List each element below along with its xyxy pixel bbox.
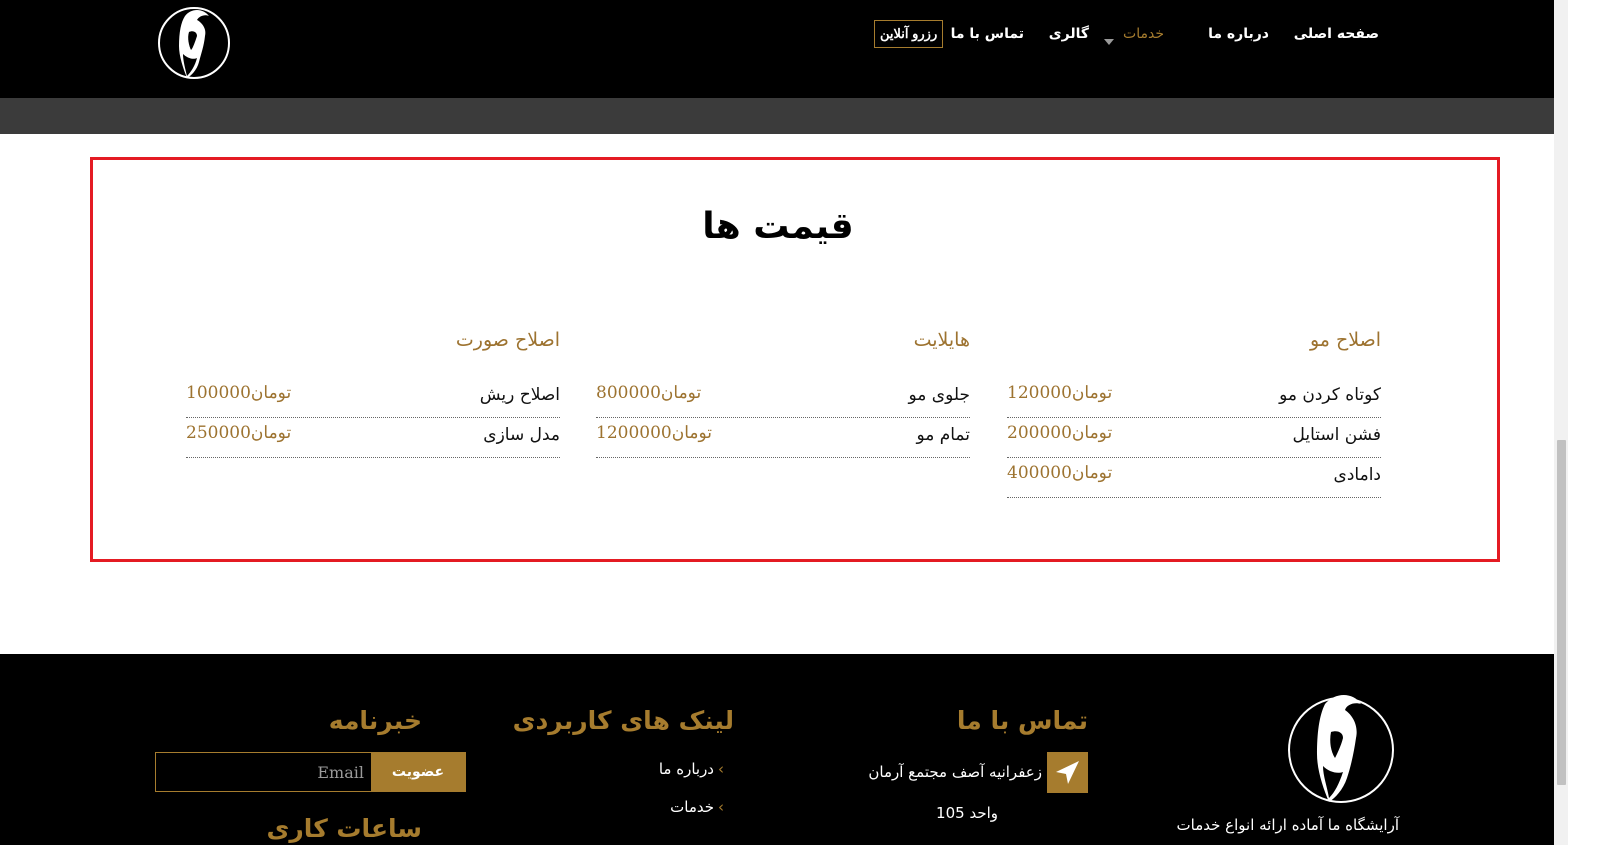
chevron-left-icon: › — [718, 760, 724, 778]
service-name: مدل سازی — [483, 425, 560, 445]
footer-links-title: لینک های کاربردی — [512, 706, 734, 735]
footer-link-services[interactable]: ›خدمات — [670, 798, 724, 816]
price-column-highlight: هایلایت جلوی مو 800000تومان تمام مو 1200… — [596, 322, 970, 458]
site-footer: آرایشگاه ما آماده ارائه انواع خدمات تماس… — [0, 654, 1554, 845]
nav-contact[interactable]: تماس با ما — [951, 20, 1024, 48]
price-column-title: اصلاح مو — [1309, 329, 1381, 351]
price-row: جلوی مو 800000تومان — [596, 378, 970, 418]
service-name: دامادی — [1333, 465, 1381, 485]
footer-link-label: خدمات — [670, 798, 714, 816]
main-nav: صفحه اصلی درباره ما خدمات گالری تماس با … — [874, 20, 1379, 48]
reserve-online-button[interactable]: رزرو آنلاین — [874, 20, 944, 48]
chevron-left-icon: › — [718, 798, 724, 816]
scrollbar-thumb[interactable] — [1557, 440, 1566, 785]
newsletter-form: عضویت — [155, 752, 466, 792]
barber-logo-icon[interactable] — [155, 2, 233, 82]
nav-gallery[interactable]: گالری — [1049, 20, 1089, 48]
nav-services[interactable]: خدمات — [1123, 20, 1164, 48]
service-price: 100000تومان — [186, 383, 292, 403]
prices-heading: قیمت ها — [702, 206, 854, 247]
footer-unit: واحد 105 — [936, 804, 998, 822]
service-price: 800000تومان — [596, 383, 702, 403]
service-price: 250000تومان — [186, 423, 292, 443]
footer-address: زعفرانیه آصف مجتمع آرمان — [868, 763, 1042, 781]
service-name: تمام مو — [916, 425, 970, 445]
nav-about[interactable]: درباره ما — [1208, 20, 1269, 48]
service-name: اصلاح ریش — [479, 385, 560, 405]
footer-link-about[interactable]: ›درباره ما — [659, 760, 724, 778]
service-name: فشن استایل — [1292, 425, 1381, 445]
location-arrow-icon — [1047, 752, 1088, 793]
header-subbar — [0, 98, 1554, 134]
price-column-hair: اصلاح مو کوتاه کردن مو 120000تومان فشن ا… — [1007, 322, 1381, 498]
footer-tagline: آرایشگاه ما آماده ارائه انواع خدمات — [1176, 816, 1399, 834]
service-name: جلوی مو — [908, 385, 970, 405]
subscribe-button[interactable]: عضویت — [371, 753, 465, 791]
service-name: کوتاه کردن مو — [1279, 385, 1381, 405]
email-input[interactable] — [156, 753, 372, 791]
footer-hours-title: ساعات کاری — [266, 814, 423, 843]
footer-links-list: ›درباره ما ›خدمات — [624, 760, 724, 820]
price-row: اصلاح ریش 100000تومان — [186, 378, 560, 418]
price-row: فشن استایل 200000تومان — [1007, 418, 1381, 458]
footer-contact-title: تماس با ما — [956, 706, 1088, 735]
footer-newsletter-title: خبرنامه — [328, 706, 422, 735]
barber-logo-icon — [1288, 695, 1394, 803]
service-price: 400000تومان — [1007, 463, 1113, 483]
price-row: تمام مو 1200000تومان — [596, 418, 970, 458]
service-price: 1200000تومان — [596, 423, 713, 443]
price-row: دامادی 400000تومان — [1007, 458, 1381, 498]
footer-link-label: درباره ما — [658, 760, 714, 778]
price-column-title: هایلایت — [913, 329, 970, 351]
price-column-title: اصلاح صورت — [455, 329, 560, 351]
price-column-face: اصلاح صورت اصلاح ریش 100000تومان مدل ساز… — [186, 322, 560, 458]
service-price: 200000تومان — [1007, 423, 1113, 443]
price-row: کوتاه کردن مو 120000تومان — [1007, 378, 1381, 418]
price-row: مدل سازی 250000تومان — [186, 418, 560, 458]
nav-home[interactable]: صفحه اصلی — [1294, 20, 1379, 48]
chevron-down-icon[interactable] — [1103, 36, 1115, 48]
top-navbar: صفحه اصلی درباره ما خدمات گالری تماس با … — [0, 0, 1554, 98]
service-price: 120000تومان — [1007, 383, 1113, 403]
